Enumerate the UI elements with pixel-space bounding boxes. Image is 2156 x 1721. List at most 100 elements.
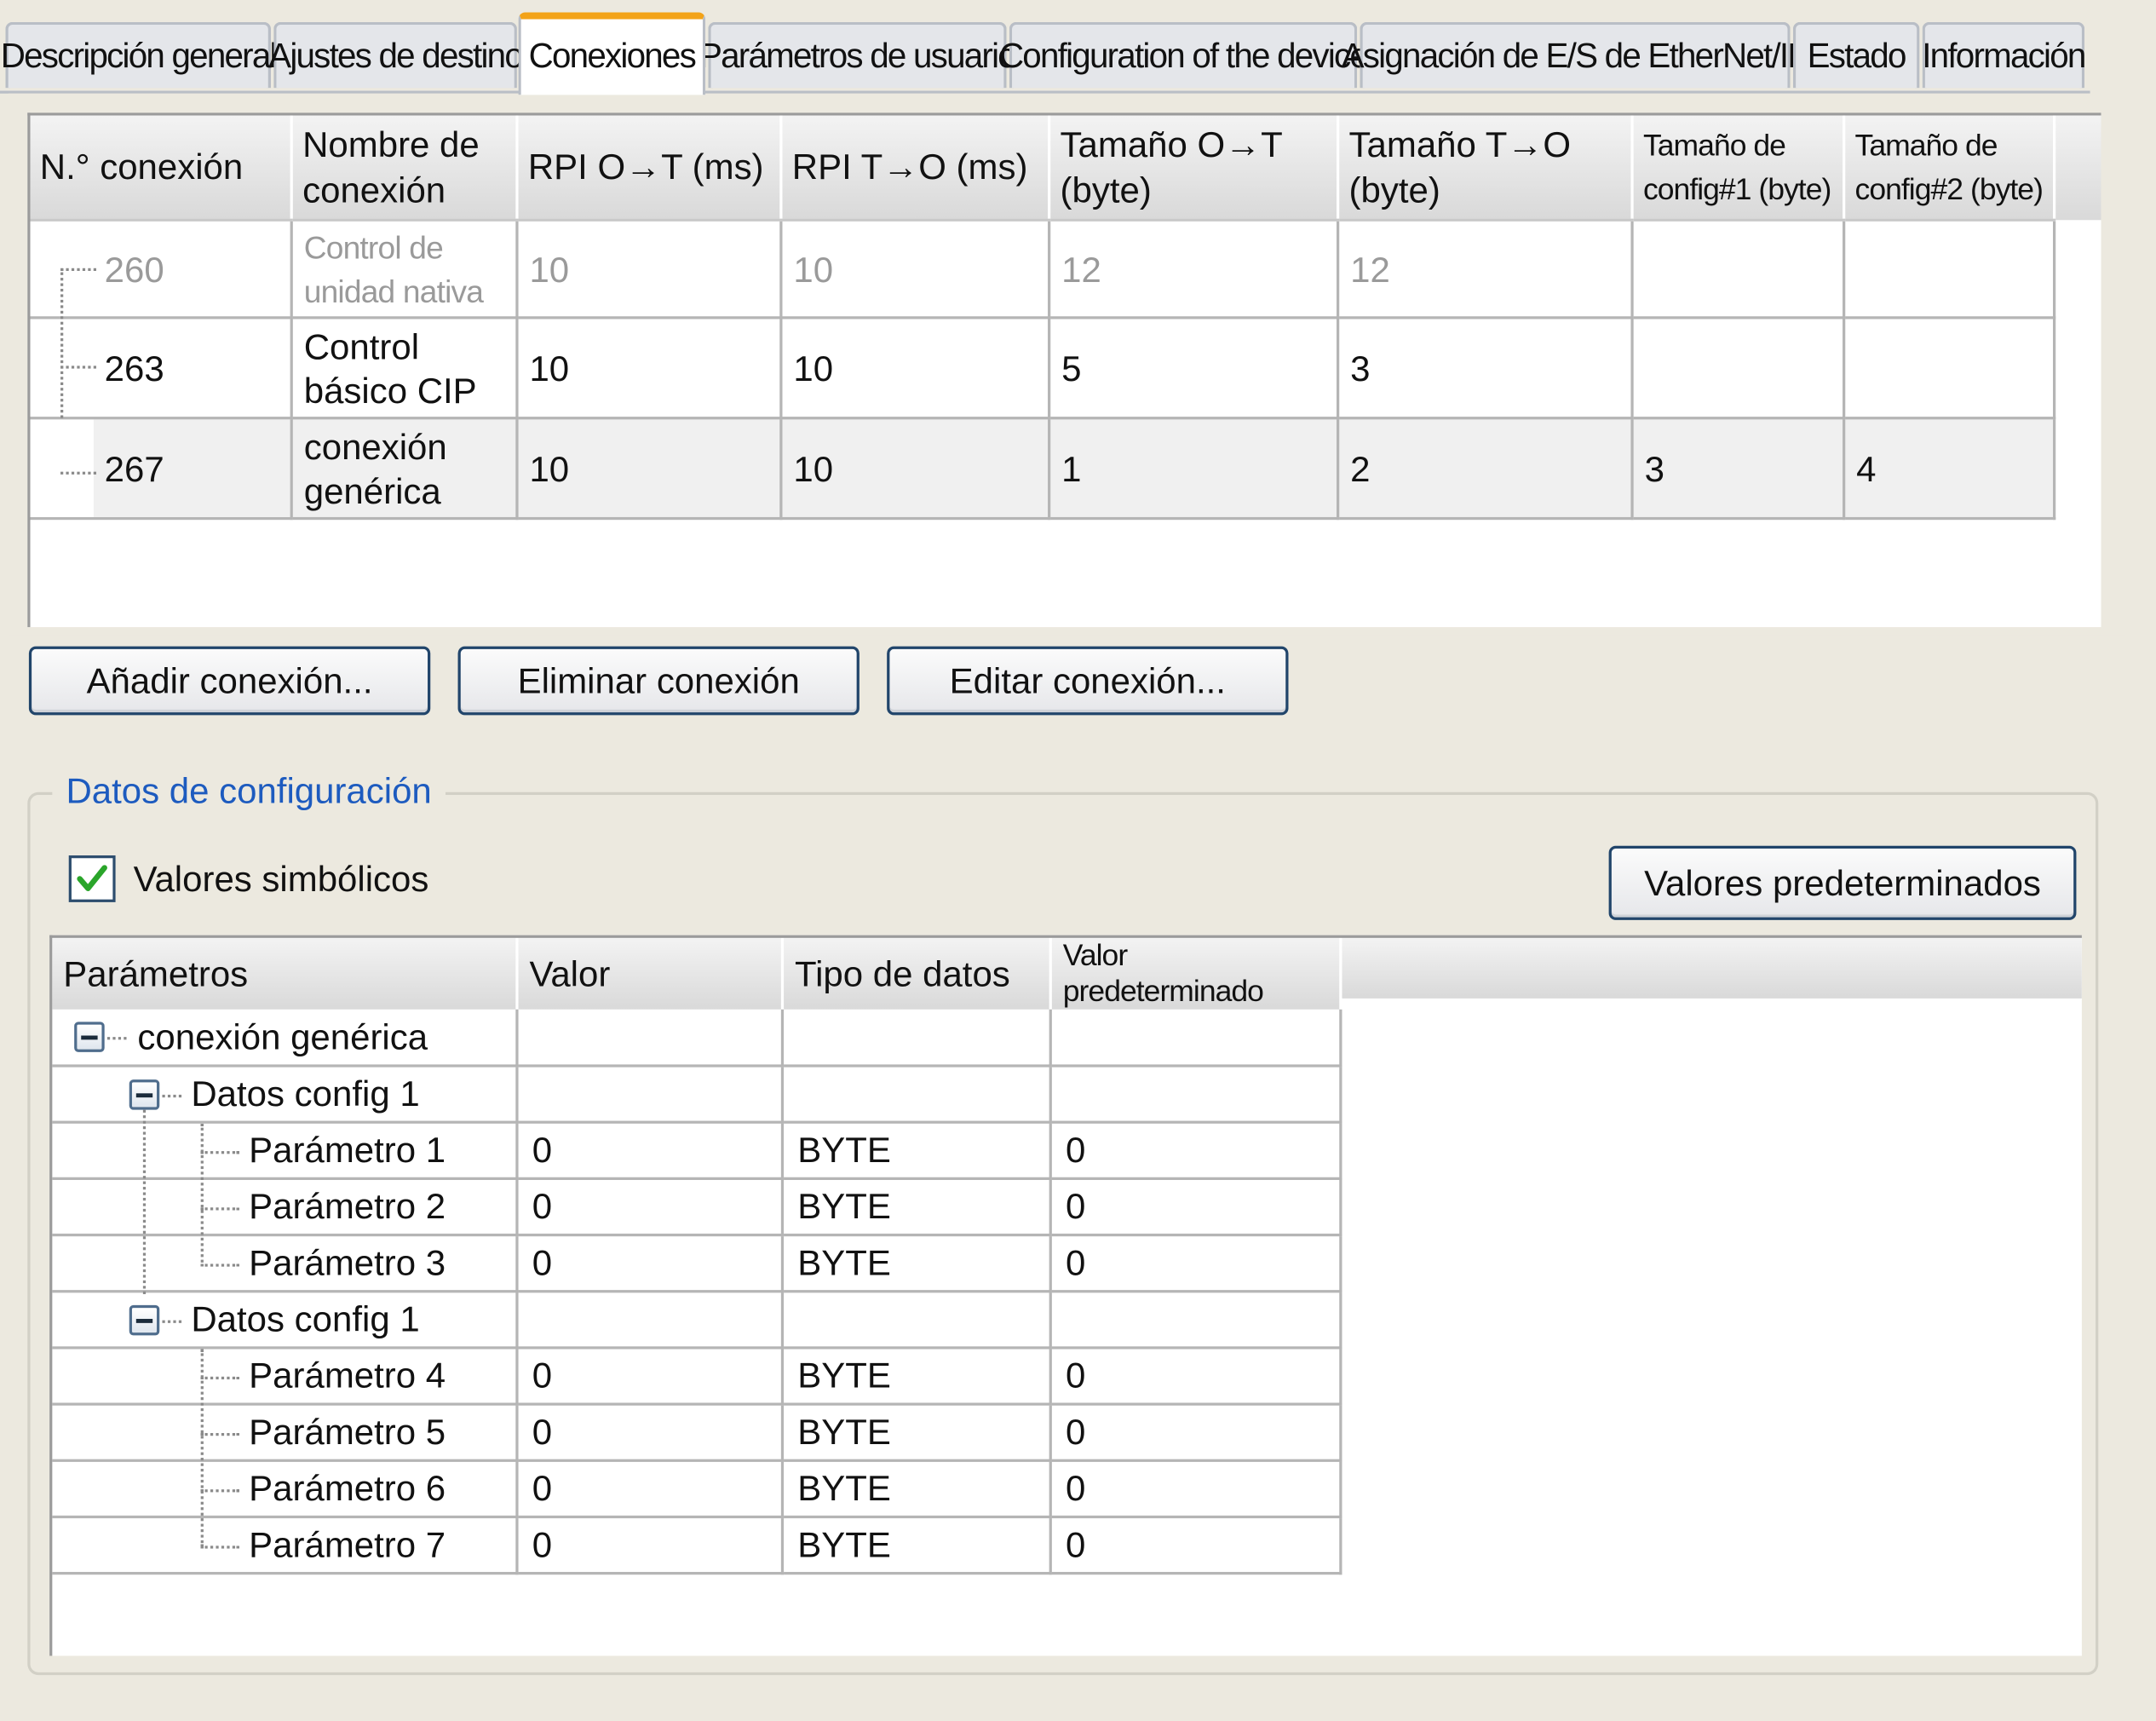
connection-row-263[interactable]: 263 Control básico CIP 10 10 5 3 [30, 317, 2056, 420]
param-type: BYTE [782, 1460, 1052, 1519]
param-default: 0 [1050, 1178, 1342, 1237]
param-name: Parámetro 4 [249, 1354, 446, 1396]
tab-bar: Descripción general Ajustes de destino C… [0, 0, 2156, 95]
tree-node: Datos config 1 [52, 1066, 519, 1294]
col-rpi-ot[interactable]: RPI O→T (ms) [516, 115, 783, 222]
tree-row-parameter[interactable]: Parámetro 3 0 BYTE 0 [52, 1235, 1342, 1293]
param-type: BYTE [782, 1178, 1052, 1237]
size-to-value: 2 [1337, 417, 1634, 521]
config1-size-value [1632, 220, 1846, 319]
param-value [516, 1009, 785, 1068]
col-parameters[interactable]: Parámetros [52, 937, 519, 1010]
tree-line [162, 1094, 182, 1098]
param-name: Parámetro 6 [249, 1467, 446, 1509]
connection-id-cell: 267 [30, 417, 293, 521]
col-rpi-to[interactable]: RPI T→O (ms) [780, 115, 1051, 222]
param-value [516, 1291, 785, 1350]
config1-size-value [1632, 317, 1846, 420]
col-default-value[interactable]: Valor predeterminado [1050, 937, 1342, 1010]
tree-line [162, 1320, 182, 1323]
tree-node: Parámetro 7 [52, 1517, 519, 1575]
col-size-ot[interactable]: Tamaño O→T (byte) [1049, 115, 1340, 222]
param-value[interactable]: 0 [516, 1347, 785, 1406]
size-ot-value: 5 [1049, 317, 1340, 420]
tree-line [60, 365, 96, 369]
collapse-icon[interactable] [129, 1304, 160, 1336]
connection-id: 267 [104, 447, 164, 489]
connection-name: conexión genérica [291, 417, 519, 521]
tree-row-parameter[interactable]: Parámetro 2 0 BYTE 0 [52, 1178, 1342, 1237]
connections-header-row: N.° conexión Nombre de conexión RPI O→T … [30, 115, 2056, 222]
tree-row-group[interactable]: Datos config 1 [52, 1291, 1342, 1350]
param-type [782, 1066, 1052, 1124]
param-default: 0 [1050, 1347, 1342, 1406]
tree-row-root[interactable]: conexión genérica [52, 1009, 1342, 1068]
col-config1-size[interactable]: Tamaño de config#1 (byte) [1632, 115, 1846, 222]
param-name: Parámetro 3 [249, 1241, 446, 1284]
tree-row-parameter[interactable]: Parámetro 7 0 BYTE 0 [52, 1517, 1342, 1575]
col-value[interactable]: Valor [516, 937, 785, 1010]
tab-overview[interactable]: Descripción general [1, 21, 277, 89]
param-name: Parámetro 5 [249, 1411, 446, 1453]
col-data-type[interactable]: Tipo de datos [782, 937, 1052, 1010]
tab-device-configuration[interactable]: Configuration of the device [999, 21, 1369, 89]
tab-user-parameters[interactable]: Parámetros de usuario [699, 21, 1017, 89]
col-connection-name[interactable]: Nombre de conexión [291, 115, 519, 222]
tree-node: Parámetro 4 [52, 1347, 519, 1547]
tab-status[interactable]: Estado [1792, 21, 1920, 89]
params-header-row: Parámetros Valor Tipo de datos Valor pre… [52, 937, 1342, 1010]
tree-line [60, 471, 96, 475]
connection-row-260[interactable]: 260 Control de unidad nativa 10 10 12 12 [30, 220, 2056, 467]
collapse-icon[interactable] [74, 1022, 105, 1052]
delete-connection-button[interactable]: Eliminar conexión [457, 646, 860, 716]
checkbox-check-icon [77, 865, 107, 892]
param-value [516, 1066, 785, 1124]
param-type: BYTE [782, 1347, 1052, 1406]
col-size-to[interactable]: Tamaño T→O (byte) [1337, 115, 1634, 222]
tree-line [200, 1432, 239, 1436]
config2-size-value [1843, 317, 2056, 420]
param-type: BYTE [782, 1122, 1052, 1180]
default-values-button[interactable]: Valores predeterminados [1608, 845, 2077, 920]
param-type: BYTE [782, 1404, 1052, 1462]
tree-line [200, 1489, 239, 1493]
tree-row-parameter[interactable]: Parámetro 4 0 BYTE 0 [52, 1347, 1342, 1547]
tree-row-parameter[interactable]: Parámetro 5 0 BYTE 0 [52, 1404, 1342, 1462]
tab-information[interactable]: Información [1922, 21, 2086, 89]
connection-row-267[interactable]: 267 conexión genérica 10 10 1 2 3 4 [30, 417, 2056, 521]
param-default: 0 [1050, 1122, 1342, 1180]
connection-id-cell: 260 [30, 220, 293, 467]
size-to-value: 12 [1337, 220, 1634, 319]
param-default: 0 [1050, 1235, 1342, 1293]
param-type [782, 1291, 1052, 1350]
tree-line [200, 1263, 239, 1267]
connections-grid: N.° conexión Nombre de conexión RPI O→T … [27, 112, 2101, 628]
tree-row-group[interactable]: Datos config 1 [52, 1066, 1342, 1294]
param-name: Parámetro 2 [249, 1185, 446, 1227]
param-value[interactable]: 0 [516, 1460, 785, 1519]
param-value[interactable]: 0 [516, 1404, 785, 1462]
rpi-to-value: 10 [780, 220, 1051, 319]
param-value[interactable]: 0 [516, 1235, 785, 1293]
symbolic-values-checkbox[interactable] [68, 855, 116, 902]
tab-target-settings[interactable]: Ajustes de destino [268, 21, 524, 89]
grid-header-filler [2054, 115, 2101, 221]
param-default [1050, 1009, 1342, 1068]
tab-connections[interactable]: Conexiones [518, 12, 706, 95]
add-connection-button[interactable]: Añadir conexión... [28, 646, 431, 716]
connections-table: N.° conexión Nombre de conexión RPI O→T … [30, 115, 2056, 521]
tree-node-label: conexión genérica [137, 1016, 428, 1057]
tree-row-parameter[interactable]: Parámetro 6 0 BYTE 0 [52, 1460, 1342, 1519]
col-config2-size[interactable]: Tamaño de config#2 (byte) [1843, 115, 2056, 222]
param-value[interactable]: 0 [516, 1517, 785, 1575]
param-value[interactable]: 0 [516, 1122, 785, 1180]
config1-size-value: 3 [1632, 417, 1846, 521]
parameters-grid: Parámetros Valor Tipo de datos Valor pre… [49, 935, 2082, 1656]
tree-row-parameter[interactable]: Parámetro 1 0 BYTE 0 [52, 1122, 1342, 1267]
edit-connection-button[interactable]: Editar conexión... [887, 646, 1289, 716]
tab-ethernetip-io-mapping[interactable]: Asignación de E/S de EtherNet/IP [1342, 21, 1810, 89]
collapse-icon[interactable] [129, 1079, 160, 1110]
col-connection-no[interactable]: N.° conexión [30, 115, 293, 222]
param-value[interactable]: 0 [516, 1178, 785, 1237]
param-default: 0 [1050, 1517, 1342, 1575]
